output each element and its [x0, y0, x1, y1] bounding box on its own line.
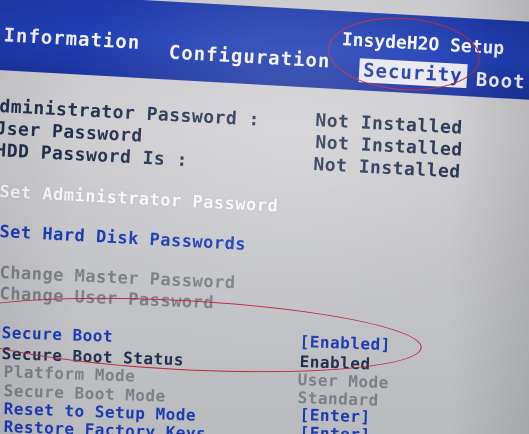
hdd-password-label: HDD Password Is : [0, 140, 189, 172]
tab-security[interactable]: Security [358, 58, 468, 89]
bios-screen: Information Configuration InsydeH2O Setu… [0, 0, 529, 434]
tab-boot[interactable]: Boot [475, 69, 526, 94]
restore-factory-keys-value[interactable]: [Enter] [299, 423, 371, 434]
secure-boot-label[interactable]: Secure Boot [1, 323, 113, 346]
tab-configuration[interactable]: Configuration [168, 42, 331, 73]
set-admin-password-item[interactable]: Set Administrator Password [0, 182, 279, 217]
vendor-title: InsydeH2O Setup [341, 29, 505, 60]
menu-bar: Information Configuration InsydeH2O Setu… [0, 0, 529, 102]
tab-information[interactable]: Information [3, 24, 141, 54]
set-hdd-passwords-item[interactable]: Set Hard Disk Passwords [0, 222, 247, 255]
secure-boot-value[interactable]: [Enabled] [299, 332, 391, 354]
